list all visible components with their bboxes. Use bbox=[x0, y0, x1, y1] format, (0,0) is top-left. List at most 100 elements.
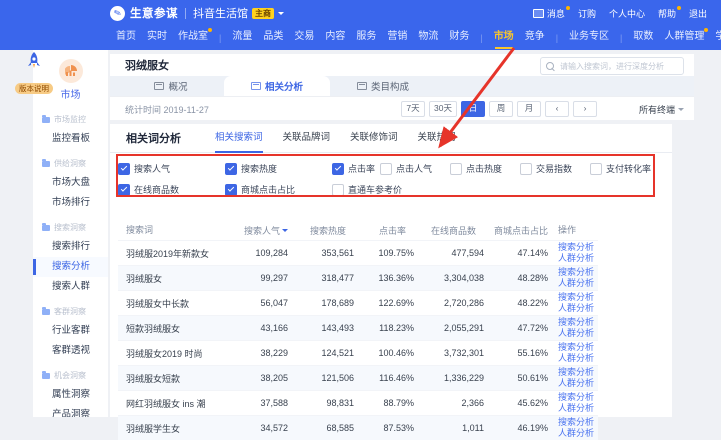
header-link[interactable]: 消息 bbox=[533, 7, 565, 20]
sidebar-item[interactable]: 产品洞察 bbox=[33, 405, 108, 417]
related-word-tab[interactable]: 关联修饰词 bbox=[350, 124, 398, 152]
sort-icon[interactable] bbox=[550, 222, 556, 235]
metric-filter-item[interactable]: 搜索人气 bbox=[118, 162, 225, 175]
keyword-tab[interactable]: 类目构成 bbox=[330, 76, 436, 96]
header-link[interactable]: 订购 bbox=[578, 7, 596, 20]
action-link[interactable]: 搜索分析 bbox=[558, 242, 598, 253]
sort-icon[interactable] bbox=[282, 222, 288, 235]
header-link[interactable]: 个人中心 bbox=[609, 7, 645, 20]
filter-checkbox[interactable] bbox=[225, 163, 237, 175]
filter-checkbox[interactable] bbox=[118, 163, 130, 175]
metric-filter-item[interactable]: 交易指数 bbox=[520, 162, 590, 175]
action-link[interactable]: 人群分析 bbox=[558, 278, 598, 289]
sidebar-item[interactable]: 搜索人群 bbox=[33, 277, 108, 297]
range-button[interactable]: 周 bbox=[489, 101, 513, 117]
action-link[interactable]: 人群分析 bbox=[558, 303, 598, 314]
related-word-tab[interactable]: 相关搜索词 bbox=[215, 124, 263, 152]
search-input[interactable] bbox=[558, 61, 678, 72]
header-link[interactable]: 帮助 bbox=[658, 7, 676, 20]
metric-filter-item[interactable]: 点击人气 bbox=[380, 162, 450, 175]
filter-checkbox[interactable] bbox=[380, 163, 392, 175]
column-header[interactable]: 商城点击占比 bbox=[494, 218, 558, 241]
column-header[interactable]: 搜索热度 bbox=[298, 218, 364, 241]
related-word-tab[interactable]: 关联热词 bbox=[418, 124, 456, 152]
filter-checkbox[interactable] bbox=[118, 184, 130, 196]
nav-item[interactable]: 业务专区 bbox=[569, 26, 609, 50]
metric-filter-item[interactable]: 支付转化率 bbox=[590, 162, 660, 175]
sidebar-item[interactable]: 市场大盘 bbox=[33, 173, 108, 193]
nav-item[interactable]: 人群管理 bbox=[664, 26, 704, 50]
nav-item[interactable]: 品类 bbox=[263, 26, 283, 50]
column-header[interactable]: 在线商品数 bbox=[424, 218, 494, 241]
metric-filter-item[interactable]: 点击热度 bbox=[450, 162, 520, 175]
sidebar-item[interactable]: 客群透视 bbox=[33, 341, 108, 361]
action-link[interactable]: 人群分析 bbox=[558, 328, 598, 339]
action-link[interactable]: 搜索分析 bbox=[558, 342, 598, 353]
sort-icon[interactable] bbox=[478, 222, 484, 235]
nav-item[interactable]: 内容 bbox=[325, 26, 345, 50]
nav-item[interactable]: 学院 bbox=[715, 26, 721, 50]
column-header[interactable]: 搜索人气 bbox=[236, 218, 298, 241]
action-link[interactable]: 人群分析 bbox=[558, 378, 598, 389]
nav-item[interactable]: 服务 bbox=[356, 26, 376, 50]
action-link[interactable]: 人群分析 bbox=[558, 428, 598, 439]
sidebar-item[interactable]: 搜索分析 bbox=[33, 257, 108, 277]
filter-checkbox[interactable] bbox=[520, 163, 532, 175]
nav-item[interactable]: 交易 bbox=[294, 26, 314, 50]
header-link[interactable]: 退出 bbox=[689, 7, 707, 20]
nav-item[interactable]: 实时 bbox=[147, 26, 167, 50]
nav-item[interactable]: 市场 bbox=[494, 26, 514, 50]
version-notes-float[interactable]: 版本说明 bbox=[10, 51, 58, 96]
nav-item[interactable]: 取数 bbox=[633, 26, 653, 50]
sidebar-item[interactable]: 行业客群 bbox=[33, 321, 108, 341]
action-link[interactable]: 搜索分析 bbox=[558, 317, 598, 328]
nav-item[interactable]: 财务 bbox=[449, 26, 469, 50]
prev-button[interactable]: ‹ bbox=[545, 101, 569, 117]
action-link[interactable]: 搜索分析 bbox=[558, 267, 598, 278]
sidebar-item[interactable]: 属性洞察 bbox=[33, 385, 108, 405]
metric-filter-item[interactable]: 直通车参考价 bbox=[332, 183, 439, 196]
range-button[interactable]: 7天 bbox=[401, 101, 425, 117]
action-link[interactable]: 搜索分析 bbox=[558, 292, 598, 303]
keyword-cell: 羽绒服2019年新款女 bbox=[118, 241, 236, 266]
action-link[interactable]: 人群分析 bbox=[558, 253, 598, 264]
nav-item[interactable]: 作战室 bbox=[178, 26, 208, 50]
sort-icon[interactable] bbox=[408, 222, 414, 235]
chevron-down-icon[interactable] bbox=[278, 12, 284, 18]
action-link[interactable]: 搜索分析 bbox=[558, 392, 598, 403]
filter-checkbox[interactable] bbox=[332, 163, 344, 175]
filter-checkbox[interactable] bbox=[225, 184, 237, 196]
next-button[interactable]: › bbox=[573, 101, 597, 117]
metric-filter-item[interactable]: 商城点击占比 bbox=[225, 183, 332, 196]
metric-filter-item[interactable]: 搜索热度 bbox=[225, 162, 332, 175]
terminal-filter-dropdown[interactable]: 所有终端 bbox=[639, 103, 684, 116]
metric-filter-item[interactable]: 点击率 bbox=[332, 162, 380, 175]
action-link[interactable]: 搜索分析 bbox=[558, 367, 598, 378]
sidebar-item[interactable]: 搜索排行 bbox=[33, 237, 108, 257]
sort-icon[interactable] bbox=[348, 222, 354, 235]
action-link[interactable]: 人群分析 bbox=[558, 403, 598, 414]
related-word-tab[interactable]: 关联品牌词 bbox=[283, 124, 331, 152]
nav-item[interactable]: 物流 bbox=[418, 26, 438, 50]
keyword-tab[interactable]: 相关分析 bbox=[224, 76, 330, 96]
metric-filter-item[interactable]: 在线商品数 bbox=[118, 183, 225, 196]
action-links: 搜索分析人群分析 bbox=[558, 417, 598, 439]
range-button[interactable]: 30天 bbox=[429, 101, 457, 117]
nav-item[interactable]: 竞争 bbox=[525, 26, 545, 50]
column-header[interactable]: 点击率 bbox=[364, 218, 424, 241]
sidebar-item[interactable]: 监控看板 bbox=[33, 129, 108, 149]
sidebar-item[interactable]: 市场排行 bbox=[33, 193, 108, 213]
notification-dot-icon bbox=[566, 6, 570, 10]
filter-checkbox[interactable] bbox=[590, 163, 602, 175]
nav-item[interactable]: 首页 bbox=[116, 26, 136, 50]
filter-checkbox[interactable] bbox=[450, 163, 462, 175]
version-notes-badge[interactable]: 版本说明 bbox=[15, 83, 53, 94]
action-link[interactable]: 搜索分析 bbox=[558, 417, 598, 428]
range-button[interactable]: 月 bbox=[517, 101, 541, 117]
nav-item[interactable]: 流量 bbox=[232, 26, 252, 50]
filter-checkbox[interactable] bbox=[332, 184, 344, 196]
action-link[interactable]: 人群分析 bbox=[558, 353, 598, 364]
range-button[interactable]: 日 bbox=[461, 101, 485, 117]
nav-item[interactable]: 营销 bbox=[387, 26, 407, 50]
keyword-tab[interactable]: 概况 bbox=[118, 76, 224, 96]
